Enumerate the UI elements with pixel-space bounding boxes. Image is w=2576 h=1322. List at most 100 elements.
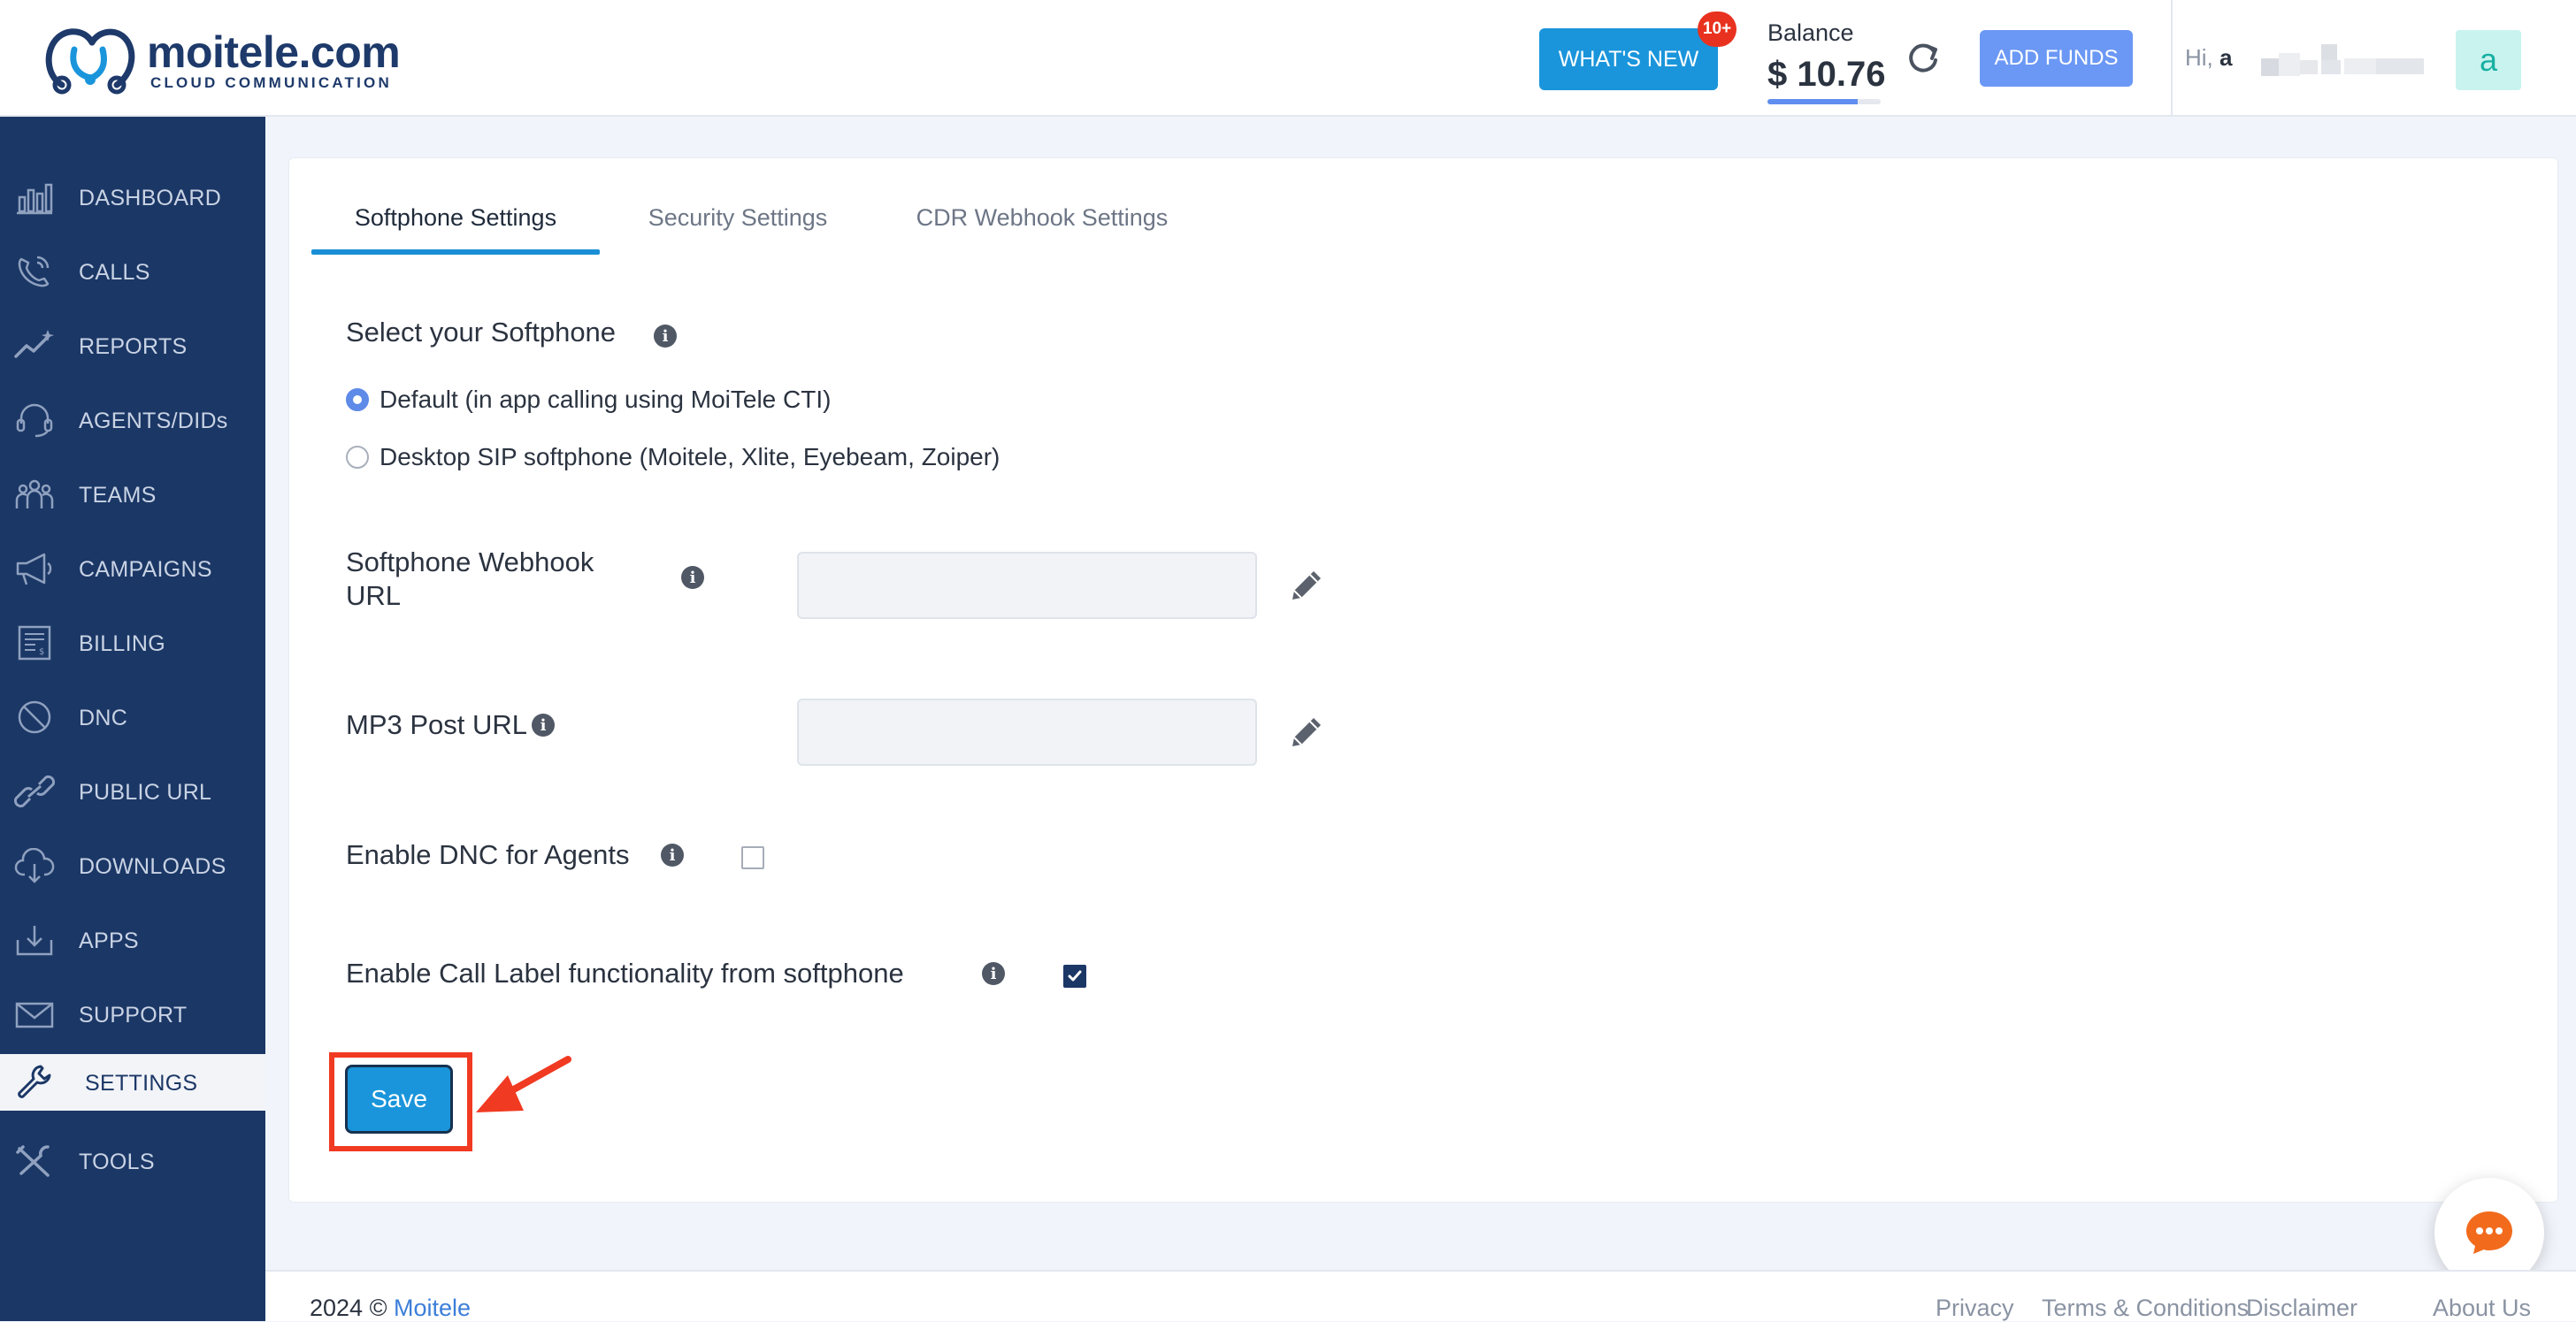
dashboard-icon: [17, 183, 53, 215]
info-icon[interactable]: i: [681, 566, 704, 589]
radio-desktop-sip[interactable]: [346, 446, 369, 469]
radio-default[interactable]: [346, 388, 369, 411]
pointer-arrow-icon: [476, 1056, 571, 1112]
sidebar-item-public-url[interactable]: PUBLIC URL: [0, 757, 265, 826]
webhook-url-input[interactable]: [797, 552, 1257, 619]
info-icon[interactable]: i: [982, 962, 1005, 985]
sidebar-label-agents-dids: AGENTS/DIDs: [79, 409, 228, 433]
footer-link-disclaimer[interactable]: Disclaimer: [2246, 1295, 2358, 1322]
sidebar-label-calls: CALLS: [79, 260, 150, 285]
radio-desktop-sip-label: Desktop SIP softphone (Moitele, Xlite, E…: [380, 443, 1000, 470]
copyright-year: 2024 ©: [310, 1295, 387, 1321]
sidebar-item-dashboard[interactable]: DASHBOARD: [0, 163, 265, 232]
sidebar-label-dashboard: DASHBOARD: [79, 186, 222, 210]
sidebar-label-settings: SETTINGS: [85, 1071, 198, 1096]
calls-icon: [18, 256, 50, 287]
radio-default-label: Default (in app calling using MoiTele CT…: [380, 386, 832, 413]
footer-link-privacy[interactable]: Privacy: [1936, 1295, 2014, 1322]
sidebar-item-agents-dids[interactable]: AGENTS/DIDs: [0, 386, 265, 455]
sidebar-label-tools: TOOLS: [79, 1150, 155, 1174]
sidebar-item-downloads[interactable]: DOWNLOADS: [0, 831, 265, 900]
add-funds-button[interactable]: ADD FUNDS: [1980, 30, 2133, 87]
enable-dnc-label: Enable DNC for Agents: [346, 839, 630, 870]
ban-icon: [18, 700, 51, 734]
sidebar-label-teams: TEAMS: [79, 483, 157, 508]
sidebar-label-support: SUPPORT: [79, 1003, 188, 1028]
info-icon[interactable]: i: [661, 844, 684, 867]
softphone-option-desktop-sip[interactable]: Desktop SIP softphone (Moitele, Xlite, E…: [346, 439, 1000, 475]
user-divider: [2171, 0, 2173, 117]
sidebar-label-campaigns: CAMPAIGNS: [79, 557, 212, 582]
webhook-url-label: Softphone Webhook URL: [346, 546, 594, 611]
company-link[interactable]: Moitele: [394, 1295, 471, 1321]
select-softphone-title: Select your Softphone: [346, 317, 617, 348]
info-icon[interactable]: i: [654, 325, 677, 348]
notification-badge: 10+: [1698, 11, 1736, 47]
edit-pencil-icon[interactable]: [1287, 713, 1326, 752]
brand-tld: .com: [298, 27, 401, 77]
sidebar-item-teams[interactable]: TEAMS: [0, 460, 265, 529]
sidebar-label-public-url: PUBLIC URL: [79, 780, 212, 805]
svg-text:$: $: [39, 647, 44, 657]
teams-icon: [15, 479, 54, 508]
sidebar-item-tools[interactable]: TOOLS: [0, 1127, 265, 1196]
brand-name-main: moitele: [147, 27, 299, 77]
sidebar-item-campaigns[interactable]: CAMPAIGNS: [0, 534, 265, 603]
tab-security-settings[interactable]: Security Settings: [619, 182, 856, 253]
tools-icon: [16, 1145, 50, 1177]
footer-link-about-us[interactable]: About Us: [2433, 1295, 2531, 1322]
cloud-download-icon: [14, 848, 55, 883]
reports-icon: [14, 330, 54, 358]
enable-call-label-checkbox[interactable]: [1063, 965, 1086, 988]
moitele-logo[interactable]: moitele.com CLOUD COMMUNICATION: [41, 23, 412, 97]
greeting-prefix: Hi,: [2185, 44, 2213, 71]
greeting-name: a: [2220, 44, 2233, 71]
tab-cdr-webhook-settings[interactable]: CDR Webhook Settings: [893, 182, 1191, 253]
billing-icon: $: [18, 625, 51, 661]
mp3-post-url-input[interactable]: [797, 699, 1257, 766]
sidebar-item-billing[interactable]: $ BILLING: [0, 608, 265, 677]
sidebar-item-dnc[interactable]: DNC: [0, 683, 265, 752]
sidebar-item-settings[interactable]: SETTINGS: [0, 1054, 265, 1111]
brand-name: moitele.com: [147, 27, 401, 78]
balance-label: Balance: [1767, 19, 1854, 46]
user-name-redacted: [2247, 44, 2442, 78]
sidebar-item-calls[interactable]: CALLS: [0, 237, 265, 306]
logo-mark-icon: [45, 28, 135, 95]
info-icon[interactable]: i: [532, 714, 555, 737]
sidebar-item-reports[interactable]: REPORTS: [0, 311, 265, 380]
chat-bubble-icon: [2466, 1211, 2512, 1254]
mp3-post-url-label: MP3 Post URL: [346, 709, 528, 740]
enable-dnc-checkbox[interactable]: [741, 846, 764, 869]
footer-link-terms[interactable]: Terms & Conditions: [2042, 1295, 2249, 1322]
sidebar-label-reports: REPORTS: [79, 334, 188, 359]
enable-call-label-label: Enable Call Label functionality from sof…: [346, 958, 904, 989]
brand-tagline: CLOUD COMMUNICATION: [150, 74, 392, 91]
link-icon: [14, 775, 55, 808]
tab-softphone-settings[interactable]: Softphone Settings: [311, 182, 600, 253]
sidebar-label-dnc: DNC: [79, 706, 128, 730]
copyright-text: 2024 © Moitele: [310, 1295, 471, 1322]
megaphone-icon: [16, 553, 52, 585]
sidebar-label-billing: BILLING: [79, 631, 165, 656]
balance-progress-fill: [1767, 99, 1859, 104]
sidebar-nav: DASHBOARD CALLS REPORTS AGENTS/DIDs TEAM…: [0, 117, 265, 1321]
mail-icon: [15, 1002, 54, 1028]
wrench-icon: [18, 1065, 51, 1098]
settings-card: [288, 157, 2558, 1203]
top-header: moitele.com CLOUD COMMUNICATION WHAT'S N…: [0, 0, 2576, 117]
sidebar-label-downloads: DOWNLOADS: [79, 854, 226, 879]
edit-pencil-icon[interactable]: [1287, 566, 1326, 605]
balance-value: $ 10.76: [1767, 55, 1886, 94]
balance-progress-bar: [1767, 99, 1881, 104]
user-greeting[interactable]: Hi, a: [2185, 44, 2232, 72]
save-button[interactable]: Save: [345, 1065, 453, 1134]
softphone-option-default[interactable]: Default (in app calling using MoiTele CT…: [346, 382, 831, 417]
sidebar-label-apps: APPS: [79, 928, 139, 953]
sidebar-item-support[interactable]: SUPPORT: [0, 980, 265, 1049]
whats-new-button[interactable]: WHAT'S NEW: [1539, 28, 1718, 90]
refresh-icon[interactable]: [1904, 39, 1943, 78]
sidebar-item-apps[interactable]: APPS: [0, 906, 265, 974]
user-avatar[interactable]: a: [2456, 30, 2521, 90]
checkmark-icon: [1068, 970, 1082, 982]
